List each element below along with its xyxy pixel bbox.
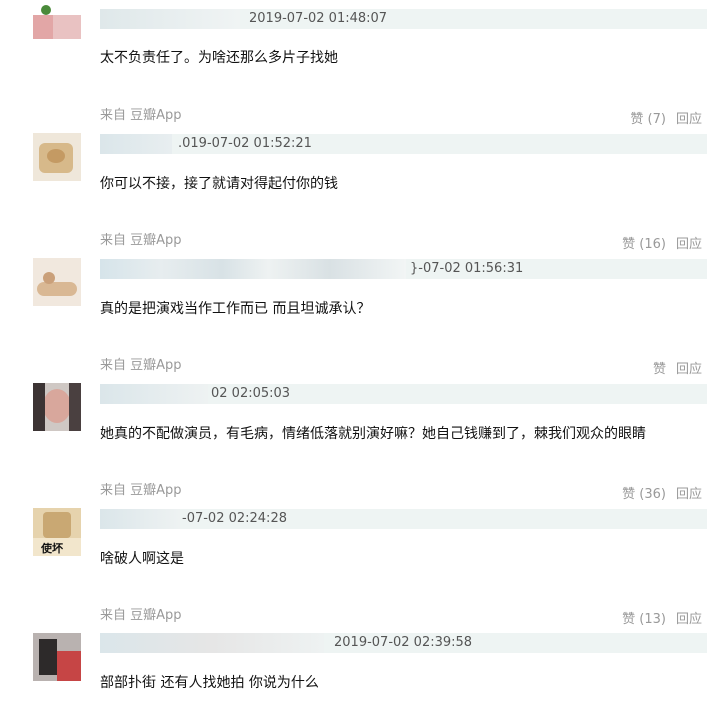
blurred-username [100, 259, 406, 279]
blurred-username [100, 9, 240, 29]
reply-button[interactable]: 回应 [676, 112, 702, 127]
comment-meta-bar: 02 02:05:03 [100, 384, 707, 404]
comment-actions: 赞 (36) 回应 [622, 483, 702, 502]
avatar[interactable]: 使坏 [33, 508, 81, 556]
comment-source: 来自 豆瓣App [100, 233, 182, 248]
comment-timestamp: .019-07-02 01:52:21 [178, 136, 312, 151]
avatar-label: 使坏 [41, 542, 63, 555]
comment-text: 部部扑街 还有人找她拍 你说为什么 [100, 675, 319, 691]
like-button[interactable]: 赞 [653, 362, 666, 377]
comment-text: 啥破人啊这是 [100, 551, 184, 567]
blurred-username [100, 633, 324, 653]
comment-source: 来自 豆瓣App [100, 483, 182, 498]
like-button[interactable]: 赞 (7) [630, 112, 666, 127]
comment-text: 太不负责任了。为啥还那么多片子找她 [100, 50, 338, 66]
comment-meta-bar: .019-07-02 01:52:21 [100, 134, 707, 154]
like-button[interactable]: 赞 (13) [622, 612, 666, 627]
comment-source: 来自 豆瓣App [100, 608, 182, 623]
reply-button[interactable]: 回应 [676, 237, 702, 252]
reply-button[interactable]: 回应 [676, 362, 702, 377]
comment-text: 她真的不配做演员，有毛病，情绪低落就别演好嘛？她自己钱赚到了，棘我们观众的眼睛 [100, 426, 646, 442]
like-button[interactable]: 赞 (36) [622, 487, 666, 502]
comment-meta-bar: -07-02 02:24:28 [100, 509, 707, 529]
comment-actions: 赞 (16) 回应 [622, 233, 702, 252]
avatar[interactable] [33, 258, 81, 306]
blurred-username [100, 134, 172, 154]
avatar[interactable] [33, 633, 81, 681]
comment-meta-bar: 2019-07-02 01:48:07 [100, 9, 707, 29]
comment-timestamp: -07-02 02:24:28 [182, 511, 287, 526]
comment-actions: 赞 (7) 回应 [630, 108, 702, 127]
blurred-username [100, 509, 180, 529]
comment-meta-bar: }-07-02 01:56:31 [100, 259, 707, 279]
avatar[interactable] [33, 0, 81, 39]
comment-timestamp: 02 02:05:03 [211, 386, 291, 401]
comment-text: 真的是把演戏当作工作而已 而且坦诚承认？ [100, 301, 371, 317]
avatar[interactable] [33, 383, 81, 431]
comment-timestamp: 2019-07-02 01:48:07 [249, 11, 388, 26]
like-button[interactable]: 赞 (16) [622, 237, 666, 252]
comment-meta-bar: 2019-07-02 02:39:58 [100, 633, 707, 653]
comment-actions: 赞 (13) 回应 [622, 608, 702, 627]
comment-text: 你可以不接，接了就请对得起付你的钱 [100, 176, 338, 192]
blurred-username [100, 384, 208, 404]
reply-button[interactable]: 回应 [676, 612, 702, 627]
reply-button[interactable]: 回应 [676, 487, 702, 502]
comment-timestamp: 2019-07-02 02:39:58 [334, 635, 473, 650]
comment-source: 来自 豆瓣App [100, 108, 182, 123]
comment-timestamp: }-07-02 01:56:31 [410, 261, 524, 276]
comment-actions: 赞回应 [653, 358, 702, 377]
comment-source: 来自 豆瓣App [100, 358, 182, 373]
avatar[interactable] [33, 133, 81, 181]
